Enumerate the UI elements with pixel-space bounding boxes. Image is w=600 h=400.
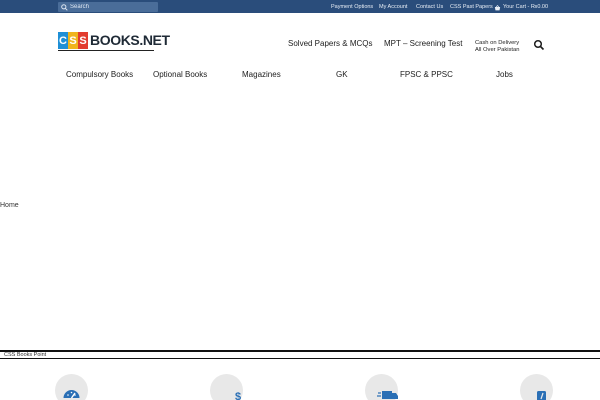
category-magazines[interactable]: Magazines	[242, 70, 281, 79]
feature-delivery	[365, 374, 398, 400]
basket-icon	[494, 0, 501, 16]
cart-link[interactable]: Your Cart - ₨0.00	[494, 0, 548, 13]
delivery-truck-icon	[377, 391, 398, 399]
site-logo[interactable]: C S S BOOKS.NET	[58, 32, 170, 49]
speedometer-icon	[63, 390, 80, 399]
svg-text:$: $	[235, 391, 241, 400]
cod-line-2: All Over Pakistan	[475, 46, 520, 53]
top-bar: Payment Options My Account Contact Us CS…	[0, 0, 600, 13]
search-input[interactable]	[70, 2, 150, 12]
dollar-icon: $	[235, 391, 241, 400]
top-search[interactable]	[58, 2, 158, 12]
css-past-papers-link[interactable]: CSS Past Papers	[450, 4, 493, 10]
feature-contact	[520, 374, 553, 400]
toplink-wrap-2: My Account	[379, 0, 407, 13]
category-compulsory-books[interactable]: Compulsory Books	[66, 70, 133, 79]
header-search-icon[interactable]	[533, 38, 545, 51]
logo-underline	[58, 50, 154, 51]
cart-total: Your Cart - ₨0.00	[503, 3, 549, 10]
footer-top-rule	[0, 350, 600, 352]
toplink-wrap-4: CSS Past Papers	[450, 0, 493, 13]
logo-letter-c: C	[58, 32, 68, 49]
logo-letter-s2: S	[78, 32, 88, 49]
category-fpsc-ppsc[interactable]: FPSC & PPSC	[400, 70, 453, 79]
nav-solved-papers[interactable]: Solved Papers & MCQs	[288, 39, 372, 48]
footer-bottom-rule	[0, 358, 600, 359]
cod-line-1: Cash on Delivery	[475, 40, 520, 46]
search-icon	[58, 2, 70, 12]
logo-letter-s1: S	[68, 32, 78, 49]
feature-fast-service	[55, 374, 88, 400]
toplink-wrap-1: Payment Options	[331, 0, 373, 13]
toplink-wrap-3: Contact Us	[416, 0, 443, 13]
feature-payment: $	[210, 374, 243, 400]
cod-badge: Cash on Delivery All Over Pakistan	[475, 40, 519, 53]
logo-text: BOOKS.NET	[90, 32, 170, 48]
payment-options-link[interactable]: Payment Options	[331, 4, 373, 10]
category-optional-books[interactable]: Optional Books	[153, 70, 207, 79]
category-gk[interactable]: GK	[336, 70, 348, 79]
category-jobs[interactable]: Jobs	[496, 70, 513, 79]
my-account-link[interactable]: My Account	[379, 4, 407, 10]
breadcrumb-home[interactable]: Home	[0, 202, 19, 209]
phone-icon	[537, 391, 546, 400]
contact-us-link[interactable]: Contact Us	[416, 4, 443, 10]
nav-mpt-screening[interactable]: MPT – Screening Test	[384, 39, 462, 48]
